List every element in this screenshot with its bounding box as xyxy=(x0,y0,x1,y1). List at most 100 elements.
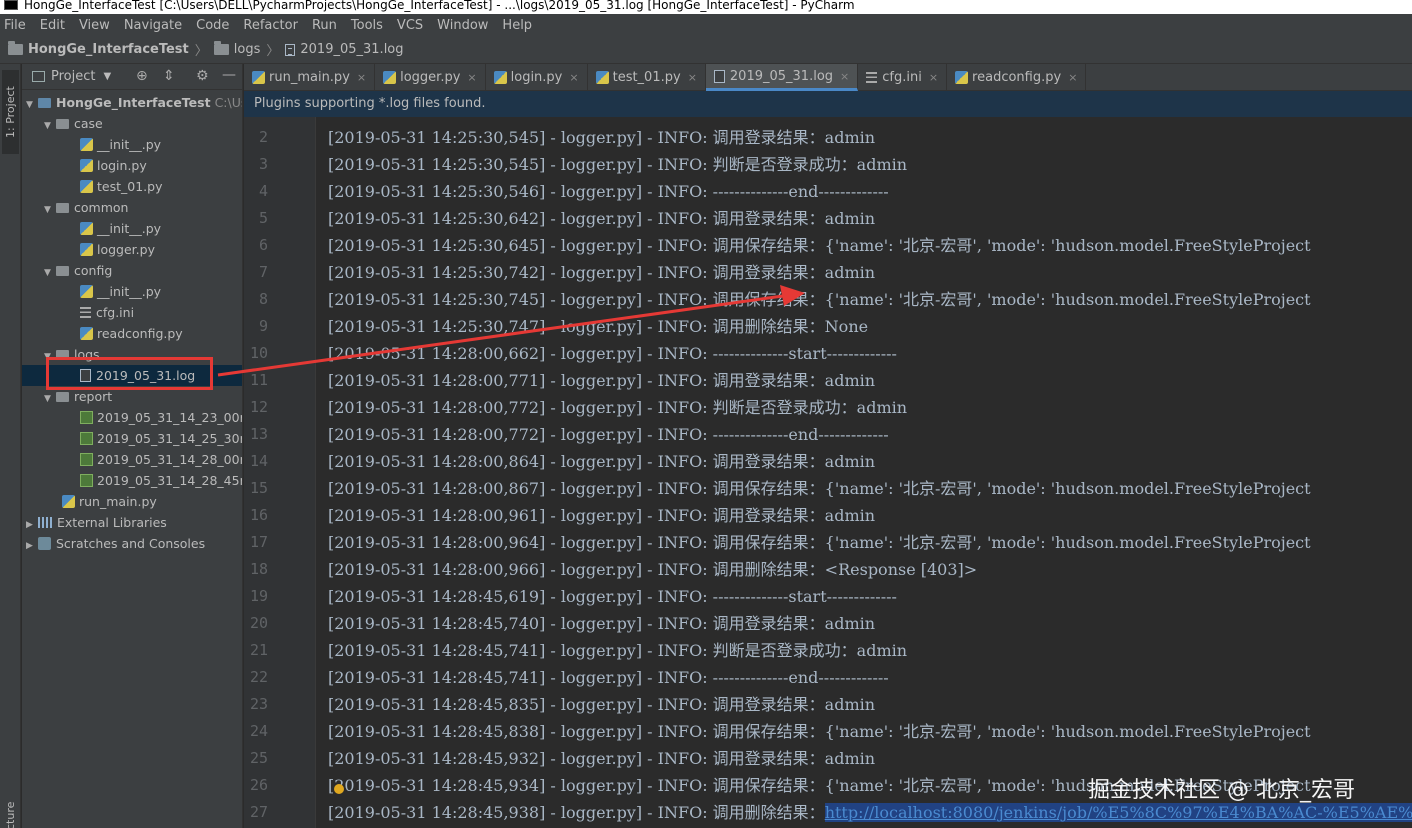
tree-item-label: login.py xyxy=(97,158,147,173)
tree-item-file[interactable]: __init__.py xyxy=(22,218,242,239)
breadcrumb-project-label: HongGe_InterfaceTest xyxy=(28,42,189,57)
log-line: 8 [2019-05-31 14:25:30,745] - logger.py] … xyxy=(244,286,1412,313)
breadcrumb-separator-icon: 〉 xyxy=(194,44,208,59)
line-number: 16 xyxy=(249,506,268,524)
project-panel-header: Project ▼ ⊕ ⇕ ⚙ — xyxy=(22,64,242,90)
chevron-down-icon[interactable]: ▼ xyxy=(103,71,111,82)
lightbulb-icon[interactable] xyxy=(334,784,344,794)
hide-panel-icon[interactable]: — xyxy=(222,67,236,83)
breadcrumb-folder[interactable]: logs xyxy=(213,41,260,57)
tab-label: logger.py xyxy=(400,70,461,85)
log-line-text: [2019-05-31 14:25:30,645] - logger.py] -… xyxy=(328,232,1311,259)
python-file-icon xyxy=(80,180,93,193)
html-file-icon xyxy=(80,432,93,445)
close-icon[interactable]: × xyxy=(569,71,578,84)
tab-log-file-active[interactable]: 2019_05_31.log × xyxy=(705,64,859,91)
tree-item-label: run_main.py xyxy=(79,494,157,509)
tab-logger[interactable]: logger.py × xyxy=(375,64,486,91)
url-link[interactable]: http://localhost:8080/jenkins/job/%E5%8C… xyxy=(824,803,1412,822)
close-icon[interactable]: × xyxy=(1068,71,1077,84)
tab-test-01[interactable]: test_01.py × xyxy=(588,64,706,91)
close-icon[interactable]: × xyxy=(840,70,849,83)
tree-item-label: External Libraries xyxy=(57,515,167,530)
log-line: 19 [2019-05-31 14:28:45,619] - logger.py]… xyxy=(244,583,1412,610)
menu-view[interactable]: View xyxy=(79,18,110,33)
log-message: [2019-05-31 14:25:30,645] - logger.py] -… xyxy=(328,236,1311,255)
project-tool-tab[interactable]: 1: Project xyxy=(2,70,19,154)
menu-tools[interactable]: Tools xyxy=(351,18,383,33)
log-message: [2019-05-31 14:25:30,747] - logger.py] -… xyxy=(328,317,869,336)
breadcrumb-project[interactable]: HongGe_InterfaceTest xyxy=(8,41,189,57)
folder-icon xyxy=(38,98,51,108)
chevron-right-icon[interactable]: ▶ xyxy=(26,536,38,557)
project-view-icon xyxy=(32,71,45,82)
tree-item-file[interactable]: login.py xyxy=(22,155,242,176)
tree-item-file[interactable]: test_01.py xyxy=(22,176,242,197)
log-message: [2019-05-31 14:28:00,772] - logger.py] -… xyxy=(328,398,908,417)
close-icon[interactable]: × xyxy=(929,71,938,84)
line-number: 8 xyxy=(258,290,268,308)
folder-icon xyxy=(56,266,69,276)
tab-readconfig[interactable]: readconfig.py × xyxy=(947,64,1087,91)
menu-vcs[interactable]: VCS xyxy=(397,18,423,33)
python-file-icon xyxy=(80,285,93,298)
tree-item-file[interactable]: cfg.ini xyxy=(22,302,242,323)
python-file-icon xyxy=(595,71,609,84)
tab-label: readconfig.py xyxy=(972,70,1062,85)
tree-item-label: readconfig.py xyxy=(97,326,183,341)
tree-item-project-root[interactable]: ▼HongGe_InterfaceTest C:\User xyxy=(22,92,242,113)
project-panel-title[interactable]: Project xyxy=(51,69,95,84)
tree-item-file[interactable]: __init__.py xyxy=(22,134,242,155)
menu-refactor[interactable]: Refactor xyxy=(243,18,298,33)
tree-item-file[interactable]: 2019_05_31_14_28_00resu xyxy=(22,449,242,470)
menu-file[interactable]: File xyxy=(4,18,26,33)
line-number: 11 xyxy=(249,371,268,389)
close-icon[interactable]: × xyxy=(688,71,697,84)
locate-target-icon[interactable]: ⊕ xyxy=(136,68,148,84)
tree-item-common[interactable]: ▼ common xyxy=(22,197,242,218)
tree-item-file[interactable]: 2019_05_31_14_28_45resu xyxy=(22,470,242,491)
tab-label: test_01.py xyxy=(612,70,681,85)
collapse-all-icon[interactable]: ⇕ xyxy=(163,68,175,84)
menu-run[interactable]: Run xyxy=(312,18,337,33)
ini-file-icon xyxy=(866,72,878,83)
window-title: HongGe_InterfaceTest [C:\Users\DELL\Pych… xyxy=(24,0,855,12)
tree-item-file[interactable]: logger.py xyxy=(22,239,242,260)
log-line: 10 [2019-05-31 14:28:00,662] - logger.py]… xyxy=(244,340,1412,367)
tree-item-file[interactable]: __init__.py xyxy=(22,281,242,302)
tree-item-external-libraries[interactable]: ▶ External Libraries xyxy=(22,512,242,533)
log-editor[interactable]: 2 [2019-05-31 14:25:30,545] - logger.py] … xyxy=(244,117,1412,828)
log-line-text: [2019-05-31 14:28:00,772] - logger.py] -… xyxy=(328,394,907,421)
log-line-text: [2019-05-31 14:25:30,745] - logger.py] -… xyxy=(328,286,1311,313)
breadcrumb-file[interactable]: 2019_05_31.log xyxy=(285,42,404,57)
tree-item-case[interactable]: ▼ case xyxy=(22,113,242,134)
tree-item-scratches[interactable]: ▶ Scratches and Consoles xyxy=(22,533,242,554)
structure-tool-tab[interactable]: cture xyxy=(2,792,19,828)
tree-item-file[interactable]: 2019_05_31_14_25_30resu xyxy=(22,428,242,449)
log-message: [2019-05-31 14:28:00,964] - logger.py] -… xyxy=(328,533,1311,552)
log-message: [2019-05-31 14:25:30,546] - logger.py] -… xyxy=(328,182,889,201)
tab-cfg-ini[interactable]: cfg.ini × xyxy=(858,64,948,91)
tree-item-label: logger.py xyxy=(97,242,155,257)
tree-item-file[interactable]: run_main.py xyxy=(22,491,242,512)
log-line: 5 [2019-05-31 14:25:30,642] - logger.py] … xyxy=(244,205,1412,232)
menu-edit[interactable]: Edit xyxy=(40,18,65,33)
close-icon[interactable]: × xyxy=(467,71,476,84)
log-line: 9 [2019-05-31 14:25:30,747] - logger.py] … xyxy=(244,313,1412,340)
line-number: 18 xyxy=(249,560,268,578)
tree-item-file[interactable]: readconfig.py xyxy=(22,323,242,344)
tree-item-config[interactable]: ▼ config xyxy=(22,260,242,281)
tree-item-label: 2019_05_31_14_28_45resu xyxy=(97,473,243,488)
breadcrumb-file-label: 2019_05_31.log xyxy=(300,42,404,57)
close-icon[interactable]: × xyxy=(357,71,366,84)
gear-icon[interactable]: ⚙ xyxy=(196,68,209,84)
tab-run-main[interactable]: run_main.py × xyxy=(244,64,376,91)
menu-code[interactable]: Code xyxy=(196,18,229,33)
tree-item-file[interactable]: 2019_05_31_14_23_00resu xyxy=(22,407,242,428)
menu-navigate[interactable]: Navigate xyxy=(124,18,182,33)
tab-login[interactable]: login.py × xyxy=(486,64,588,91)
python-file-icon xyxy=(80,243,93,256)
tree-item-label: test_01.py xyxy=(97,179,163,194)
menu-window[interactable]: Window xyxy=(437,18,488,33)
menu-help[interactable]: Help xyxy=(502,18,532,33)
